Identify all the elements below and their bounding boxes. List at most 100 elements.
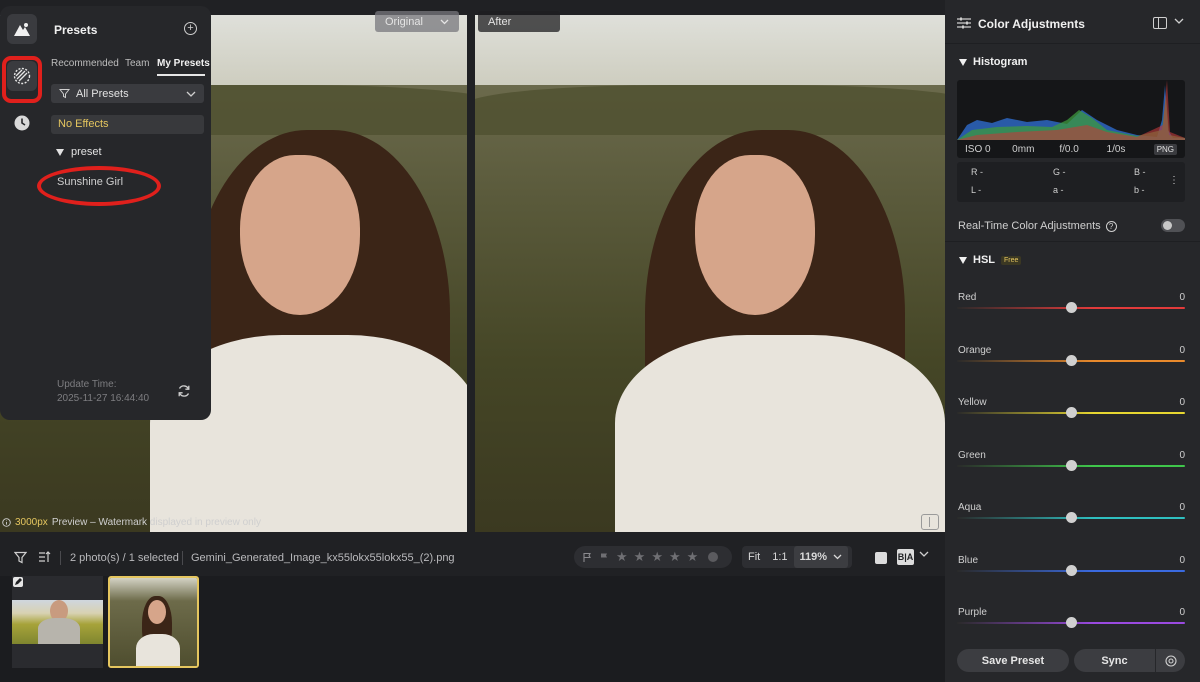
- chevron-down-icon: [186, 91, 196, 97]
- readout-b-lab: b -: [1134, 185, 1145, 195]
- info-icon: [2, 518, 11, 527]
- hsl-row-yellow: Yellow 0: [957, 397, 1185, 437]
- sliders-icon: [957, 17, 971, 29]
- update-time-value: 2025-11-27 16:44:40: [57, 393, 150, 404]
- hsl-slider-handle[interactable]: [1066, 355, 1077, 366]
- hsl-value[interactable]: 0: [1179, 607, 1185, 618]
- hsl-slider-handle[interactable]: [1066, 302, 1077, 313]
- star-5-icon[interactable]: ★: [687, 549, 699, 565]
- hsl-value[interactable]: 0: [1179, 450, 1185, 461]
- clock-icon: [14, 115, 30, 131]
- watermark-text: Preview – Watermark displayed in preview…: [51, 517, 261, 528]
- filter-icon[interactable]: [14, 551, 27, 564]
- right-panel: Color Adjustments Histogram ISO 0 0mm f/…: [945, 0, 1200, 682]
- hsl-value[interactable]: 0: [1179, 345, 1185, 356]
- tab-team[interactable]: Team: [125, 58, 149, 69]
- hsl-value[interactable]: 0: [1179, 502, 1185, 513]
- hsl-label: Aqua: [958, 502, 982, 513]
- presets-panel: Presets + Recommended Team My Presets Al…: [37, 6, 211, 420]
- sync-button[interactable]: Sync: [1074, 649, 1155, 672]
- panel-layout-icon[interactable]: [1153, 17, 1167, 29]
- panel-header: Color Adjustments: [945, 0, 1200, 44]
- hsl-title: HSL: [973, 254, 995, 266]
- thumbnail-2-selected[interactable]: [108, 576, 199, 668]
- star-3-icon[interactable]: ★: [651, 549, 663, 565]
- hsl-value[interactable]: 0: [1179, 555, 1185, 566]
- preset-group-header[interactable]: preset: [56, 146, 102, 158]
- histogram-section-header[interactable]: Histogram: [959, 56, 1027, 68]
- tab-recommended[interactable]: Recommended: [51, 58, 119, 69]
- bottom-toolbar: 2 photo(s) / 1 selected Gemini_Generated…: [0, 540, 945, 576]
- file-name: Gemini_Generated_Image_kx55lokx55lokx55_…: [191, 552, 455, 564]
- sort-icon[interactable]: [37, 550, 51, 564]
- hsl-slider-handle[interactable]: [1066, 565, 1077, 576]
- app-logo-button[interactable]: [7, 14, 37, 44]
- chevron-down-icon[interactable]: [919, 551, 929, 557]
- filter-value: All Presets: [76, 87, 129, 100]
- tool-rail: [0, 6, 44, 420]
- star-1-icon[interactable]: ★: [616, 549, 628, 565]
- readout-g: G -: [1053, 167, 1066, 177]
- hsl-slider-handle[interactable]: [1066, 460, 1077, 471]
- update-time-label: Update Time:: [57, 379, 117, 390]
- thumbnail-1[interactable]: [12, 576, 103, 668]
- compare-divider[interactable]: [467, 15, 475, 532]
- hsl-label: Yellow: [958, 397, 987, 408]
- hsl-value[interactable]: 0: [1179, 397, 1185, 408]
- format-badge: PNG: [1153, 143, 1178, 155]
- no-effects-item[interactable]: No Effects: [51, 115, 204, 134]
- readout-l: L -: [971, 185, 982, 195]
- caret-down-icon: [56, 148, 64, 156]
- save-preset-button[interactable]: Save Preset: [957, 649, 1069, 672]
- zoom-level-value: 119%: [799, 551, 828, 563]
- flag-icon[interactable]: [582, 552, 593, 563]
- after-label: After: [488, 15, 512, 28]
- sync-settings-button[interactable]: [1156, 649, 1185, 672]
- exif-info-row: ISO 0 0mm f/0.0 1/0s PNG: [957, 140, 1185, 158]
- hsl-row-purple: Purple 0: [957, 607, 1185, 647]
- panel-title: Color Adjustments: [978, 17, 1085, 31]
- section-divider: [945, 241, 1200, 242]
- exif-focal-length: 0mm: [1012, 143, 1035, 155]
- hsl-value[interactable]: 0: [1179, 292, 1185, 303]
- after-photo: [475, 15, 945, 532]
- star-4-icon[interactable]: ★: [669, 549, 681, 565]
- photo-count: 2 photo(s) / 1 selected: [70, 552, 179, 564]
- readout-b: B -: [1134, 167, 1146, 177]
- hsl-label: Blue: [958, 555, 979, 566]
- caret-down-icon: [959, 58, 967, 66]
- hsl-section-header[interactable]: HSL Free: [959, 254, 1022, 266]
- hsl-label: Green: [958, 450, 986, 461]
- more-options-icon[interactable]: ⋮: [1169, 175, 1179, 186]
- color-label-dot[interactable]: [708, 552, 719, 562]
- zoom-fit-button[interactable]: Fit: [742, 546, 766, 568]
- active-tab-indicator: [157, 74, 205, 76]
- zoom-level-select[interactable]: 119%: [793, 546, 849, 568]
- single-view-icon[interactable]: [875, 552, 887, 564]
- tab-my-presets[interactable]: My Presets: [157, 58, 210, 69]
- after-label-pill: After: [478, 11, 560, 32]
- preset-group-name: preset: [71, 146, 102, 158]
- split-view-icon[interactable]: [921, 514, 939, 530]
- original-label-pill[interactable]: Original: [375, 11, 459, 32]
- hsl-slider-handle[interactable]: [1066, 512, 1077, 523]
- refresh-icon[interactable]: [177, 384, 191, 398]
- histogram-title: Histogram: [973, 56, 1028, 68]
- before-after-view-icon[interactable]: B|A: [897, 549, 914, 565]
- presets-title: Presets: [54, 23, 98, 37]
- history-tool-button[interactable]: [7, 108, 37, 138]
- star-2-icon[interactable]: ★: [634, 549, 646, 565]
- original-label: Original: [385, 15, 423, 28]
- mountain-logo-icon: [14, 23, 30, 36]
- realtime-toggle[interactable]: [1161, 219, 1185, 232]
- watermark-notice: 3000px Preview – Watermark displayed in …: [2, 517, 261, 528]
- hsl-slider-handle[interactable]: [1066, 617, 1077, 628]
- zoom-1to1-button[interactable]: 1:1: [766, 546, 793, 568]
- add-preset-icon[interactable]: +: [184, 22, 197, 35]
- chevron-down-icon[interactable]: [1174, 18, 1184, 24]
- zoom-controls: Fit 1:1 119%: [742, 546, 852, 568]
- help-icon[interactable]: ?: [1105, 220, 1117, 232]
- reject-flag-icon[interactable]: [599, 552, 610, 563]
- hsl-slider-handle[interactable]: [1066, 407, 1077, 418]
- preset-filter-select[interactable]: All Presets: [51, 84, 204, 103]
